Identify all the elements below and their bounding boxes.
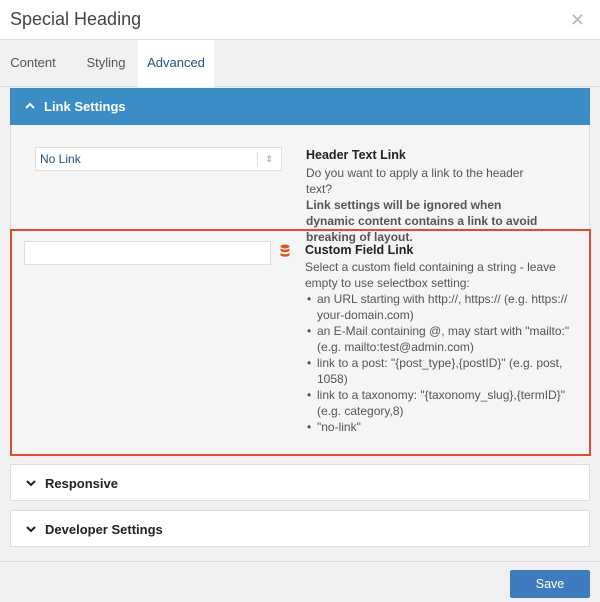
list-item: an URL starting with http://, https:// (…: [305, 291, 575, 323]
section-link-settings-header[interactable]: Link Settings: [10, 88, 590, 125]
section-responsive-header[interactable]: Responsive: [10, 464, 590, 501]
list-item: link to a post: "{post_type},{postID}" (…: [305, 355, 575, 387]
select-arrows-icon: ⇕: [265, 154, 273, 164]
section-developer-settings-label: Developer Settings: [45, 522, 163, 537]
modal-header: Special Heading ✕: [0, 0, 600, 40]
custom-field-link-input[interactable]: [24, 241, 271, 265]
header-text-link-description-text: Do you want to apply a link to the heade…: [306, 166, 524, 196]
custom-field-link-bullet-list: an URL starting with http://, https:// (…: [305, 291, 575, 435]
custom-field-link-title: Custom Field Link: [305, 243, 414, 257]
select-divider: [257, 152, 258, 166]
modal-title: Special Heading: [10, 9, 142, 29]
header-text-link-select-value: No Link: [40, 152, 81, 166]
chevron-down-icon: [26, 526, 36, 533]
section-link-settings-label: Link Settings: [44, 99, 126, 114]
section-responsive-label: Responsive: [45, 476, 118, 491]
tab-content[interactable]: Content: [0, 40, 66, 86]
chevron-up-icon: [25, 102, 35, 109]
modal-body: Link Settings No Link ⇕ Header Text Link…: [0, 87, 600, 561]
section-developer-settings-header[interactable]: Developer Settings: [10, 510, 590, 547]
close-icon[interactable]: ✕: [570, 10, 585, 31]
header-text-link-select[interactable]: No Link ⇕: [35, 147, 282, 171]
save-button[interactable]: Save: [510, 570, 590, 598]
tab-advanced[interactable]: Advanced: [138, 40, 214, 87]
tab-styling[interactable]: Styling: [72, 40, 140, 86]
list-item: link to a taxonomy: "{taxonomy_slug},{te…: [305, 387, 575, 419]
database-icon[interactable]: [280, 244, 290, 258]
list-item: "no-link": [305, 419, 575, 435]
chevron-down-icon: [26, 480, 36, 487]
special-heading-modal: Special Heading ✕ Content Styling Advanc…: [0, 0, 600, 602]
tab-bar: Content Styling Advanced: [0, 40, 600, 87]
modal-footer: Save: [0, 561, 600, 602]
custom-field-link-description-text: Select a custom field containing a strin…: [305, 260, 556, 290]
custom-field-link-description: Select a custom field containing a strin…: [305, 259, 575, 435]
list-item: an E-Mail containing @, may start with "…: [305, 323, 575, 355]
header-text-link-title: Header Text Link: [306, 148, 406, 162]
